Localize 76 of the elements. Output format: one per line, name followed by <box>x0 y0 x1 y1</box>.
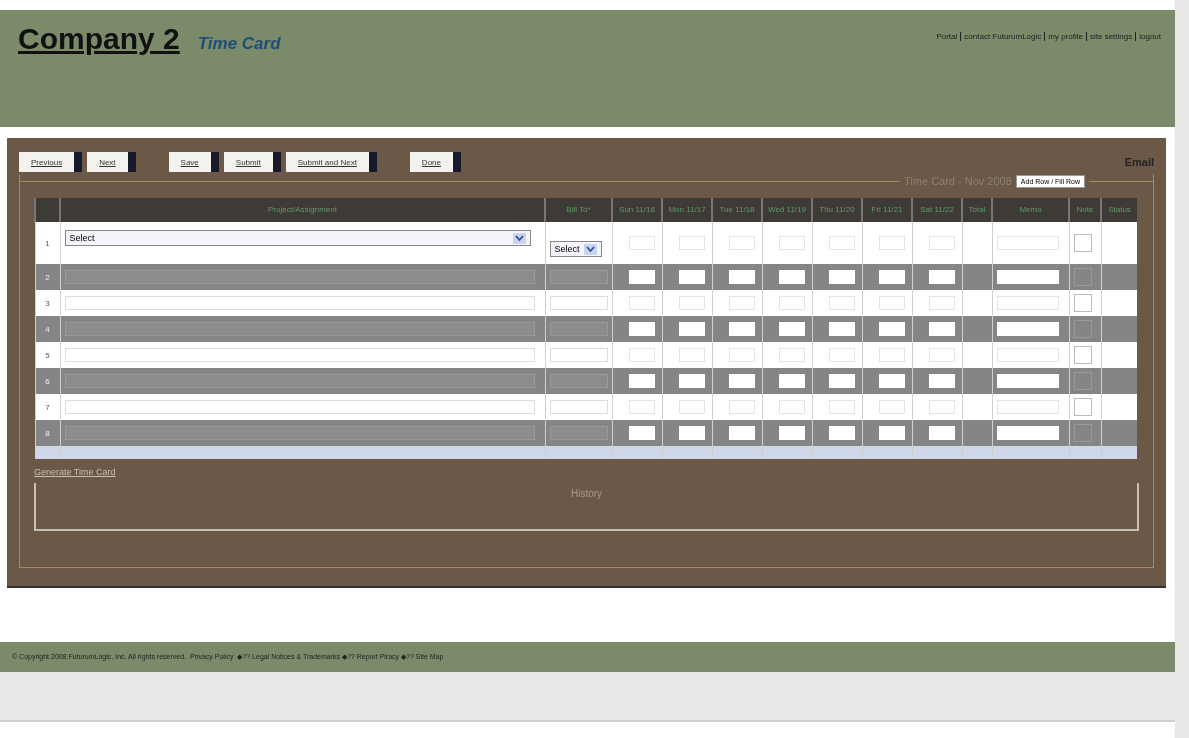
column-header: Sat 11/22 <box>912 198 962 222</box>
hours-field[interactable] <box>628 236 655 250</box>
memo-field[interactable] <box>996 400 1059 414</box>
column-header: Memo <box>992 198 1069 222</box>
hours-field[interactable] <box>728 296 755 310</box>
hours-field[interactable] <box>778 348 805 362</box>
column-header: Sun 11/16 <box>612 198 662 222</box>
hours-field[interactable] <box>828 236 855 250</box>
hours-field[interactable] <box>778 296 805 310</box>
column-header: Thu 11/20 <box>812 198 862 222</box>
row-number: 5 <box>35 342 60 368</box>
header-link[interactable]: contact FuturumLogic <box>960 32 1042 41</box>
column-header: Total <box>962 198 992 222</box>
row-number: 4 <box>35 316 60 342</box>
note-checkbox[interactable] <box>1073 234 1092 252</box>
memo-field[interactable] <box>996 296 1059 310</box>
toolbar-button[interactable]: Previous <box>19 152 83 172</box>
hours-field[interactable] <box>878 296 905 310</box>
row-number: 1 <box>35 222 60 264</box>
hours-field[interactable] <box>628 296 655 310</box>
bill-to-select[interactable]: Select <box>549 241 602 257</box>
header-link[interactable]: my profile <box>1044 32 1083 41</box>
hours-field[interactable] <box>828 348 855 362</box>
column-header: Status <box>1101 198 1137 222</box>
column-header: Mon 11/17 <box>662 198 712 222</box>
hours-field[interactable] <box>878 236 905 250</box>
toolbar-button[interactable]: Submit <box>223 152 281 172</box>
toolbar-button[interactable]: Next <box>87 152 136 172</box>
hours-field[interactable] <box>928 296 955 310</box>
dropdown-icon <box>512 232 526 244</box>
header-link[interactable]: site settings <box>1085 32 1133 41</box>
note-checkbox[interactable] <box>1073 398 1092 416</box>
toolbar-button[interactable]: Save <box>168 152 219 172</box>
hours-field[interactable] <box>828 296 855 310</box>
hours-field[interactable] <box>778 400 805 414</box>
hours-field[interactable] <box>928 236 955 250</box>
hours-field[interactable] <box>678 348 705 362</box>
history-title: History <box>570 488 603 499</box>
hours-field[interactable] <box>778 236 805 250</box>
company-name: Company 2 <box>18 22 180 56</box>
hours-field[interactable] <box>728 400 755 414</box>
generate-link[interactable]: Generate Time Card <box>34 467 116 477</box>
row-number: 2 <box>35 264 60 290</box>
hours-field[interactable] <box>678 400 705 414</box>
hours-field[interactable] <box>628 348 655 362</box>
column-header: Note <box>1069 198 1101 222</box>
memo-field[interactable] <box>996 236 1059 250</box>
hours-field[interactable] <box>928 348 955 362</box>
memo-field[interactable] <box>996 348 1059 362</box>
row-number: 8 <box>35 420 60 446</box>
hours-field[interactable] <box>678 236 705 250</box>
column-header: Wed 11/19 <box>762 198 812 222</box>
hours-field[interactable] <box>728 236 755 250</box>
hours-field[interactable] <box>828 400 855 414</box>
row-number: 7 <box>35 394 60 420</box>
hours-field[interactable] <box>728 348 755 362</box>
note-checkbox[interactable] <box>1073 294 1092 312</box>
header-link[interactable]: logout <box>1135 32 1161 41</box>
column-header: Tue 11/18 <box>712 198 762 222</box>
page-title: Time Card <box>197 34 281 54</box>
column-header: Fri 11/21 <box>862 198 912 222</box>
header-link[interactable]: Portal <box>936 32 958 41</box>
toolbar-button[interactable]: Submit and Next <box>285 152 377 172</box>
note-checkbox[interactable] <box>1073 346 1092 364</box>
hours-field[interactable] <box>928 400 955 414</box>
row-number: 6 <box>35 368 60 394</box>
column-header: Project/Assignment <box>60 198 545 222</box>
column-header: Bill To* <box>545 198 612 222</box>
row-number: 3 <box>35 290 60 316</box>
hours-field[interactable] <box>628 400 655 414</box>
project-select[interactable]: Select <box>64 230 531 246</box>
hours-field[interactable] <box>878 348 905 362</box>
toolbar-button[interactable]: Done <box>409 152 461 172</box>
dropdown-icon <box>583 243 597 255</box>
hours-field[interactable] <box>678 296 705 310</box>
hours-field[interactable] <box>878 400 905 414</box>
